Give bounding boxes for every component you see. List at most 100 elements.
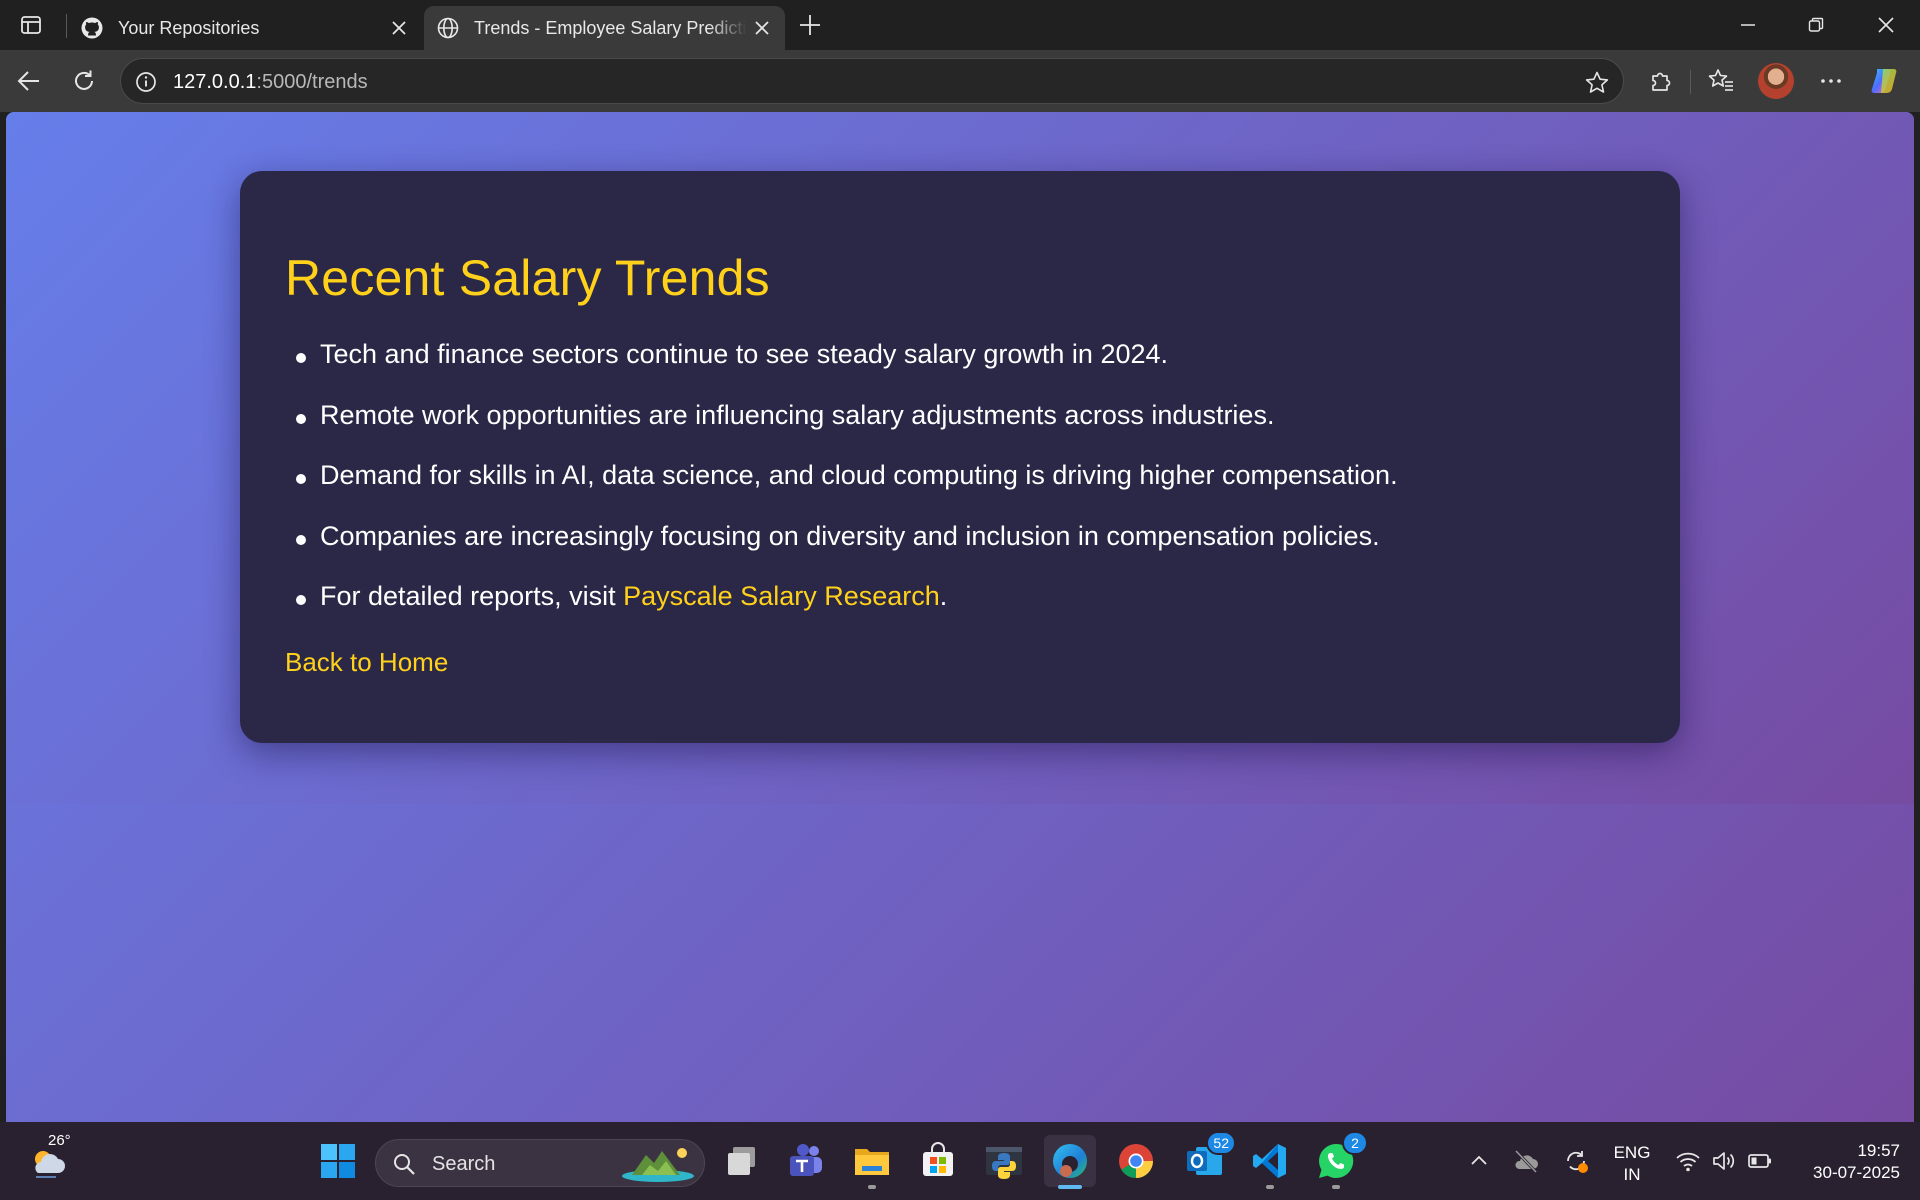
plus-icon xyxy=(800,15,820,35)
address-bar[interactable]: 127.0.0.1:5000/trends xyxy=(120,58,1624,104)
outlook-badge: 52 xyxy=(1206,1131,1236,1155)
favorite-star-icon[interactable] xyxy=(1583,69,1611,97)
tab-title: Your Repositories xyxy=(118,17,260,38)
tab-actions-button[interactable] xyxy=(10,0,52,50)
minimize-icon xyxy=(1741,24,1755,26)
url-text: 127.0.0.1:5000/trends xyxy=(173,71,368,94)
list-item-text: For detailed reports, visit xyxy=(320,581,624,611)
puzzle-icon xyxy=(1652,72,1671,91)
search-icon xyxy=(394,1154,415,1175)
file-explorer-app[interactable] xyxy=(846,1135,898,1189)
whatsapp-app[interactable]: 2 xyxy=(1310,1131,1368,1189)
back-arrow-icon xyxy=(17,71,39,91)
tab-separator xyxy=(66,14,67,38)
copilot-button[interactable] xyxy=(1862,58,1908,104)
onedrive-tray-button[interactable] xyxy=(1512,1147,1540,1175)
github-icon xyxy=(78,14,106,42)
clock-date: 30-07-2025 xyxy=(1813,1163,1900,1182)
back-to-home-link[interactable]: Back to Home xyxy=(285,647,448,678)
chevron-up-icon xyxy=(1471,1155,1487,1165)
outlook-app[interactable]: 52 xyxy=(1178,1131,1236,1187)
battery-tray-button[interactable] xyxy=(1746,1147,1774,1175)
teams-icon xyxy=(790,1144,822,1176)
list-item: Demand for skills in AI, data science, a… xyxy=(296,460,1398,521)
toolbar-separator xyxy=(1690,70,1691,94)
task-view-icon xyxy=(728,1147,755,1175)
trends-list: Tech and finance sectors continue to see… xyxy=(296,339,1398,642)
volume-tray-button[interactable] xyxy=(1710,1147,1738,1175)
tab-title: Trends - Employee Salary Prediction xyxy=(474,17,747,38)
page-viewport: Recent Salary Trends Tech and finance se… xyxy=(6,112,1914,1122)
start-button[interactable] xyxy=(312,1135,364,1187)
edge-icon xyxy=(1053,1144,1087,1178)
refresh-button[interactable] xyxy=(61,58,107,104)
back-button[interactable] xyxy=(6,58,52,104)
running-indicator xyxy=(868,1185,876,1189)
list-item-period: . xyxy=(939,581,948,611)
folder-icon xyxy=(855,1149,889,1175)
copilot-icon xyxy=(1871,69,1897,93)
show-hidden-icons-button[interactable] xyxy=(1465,1147,1493,1175)
list-item: Companies are increasingly focusing on d… xyxy=(296,521,1398,582)
tab-bar: Your Repositories Trends - Employee Sala… xyxy=(0,0,1920,50)
cloud-offline-icon xyxy=(1514,1149,1538,1174)
microsoft-store-app[interactable] xyxy=(912,1135,964,1187)
favorites-icon xyxy=(1708,69,1733,91)
payscale-link[interactable]: Payscale Salary Research xyxy=(623,581,940,611)
favorites-button[interactable] xyxy=(1698,58,1744,104)
edge-app[interactable] xyxy=(1044,1135,1096,1189)
list-item-reports: For detailed reports, visit Payscale Sal… xyxy=(296,581,1398,642)
sync-tray-button[interactable] xyxy=(1562,1147,1590,1175)
taskbar: 26° Search 52 2 ENG IN 19:57 30-07-2025 xyxy=(0,1122,1920,1200)
restore-icon xyxy=(1808,17,1824,32)
site-info-icon[interactable] xyxy=(133,69,159,95)
clock[interactable]: 19:57 30-07-2025 xyxy=(1796,1140,1900,1184)
region-code: IN xyxy=(1623,1165,1641,1184)
tab-trends[interactable]: Trends - Employee Salary Prediction xyxy=(424,6,785,50)
new-tab-button[interactable] xyxy=(790,0,830,50)
close-window-button[interactable] xyxy=(1862,0,1910,50)
extensions-button[interactable] xyxy=(1638,58,1684,104)
list-item: Tech and finance sectors continue to see… xyxy=(296,339,1398,400)
restore-button[interactable] xyxy=(1792,0,1840,50)
running-indicator xyxy=(1332,1185,1340,1189)
python-app[interactable] xyxy=(978,1135,1030,1187)
wifi-tray-button[interactable] xyxy=(1674,1147,1702,1175)
clock-time: 19:57 xyxy=(1857,1141,1900,1160)
close-icon xyxy=(1878,17,1894,33)
chrome-icon xyxy=(1119,1144,1153,1178)
more-options-icon xyxy=(1821,79,1841,83)
task-view-button[interactable] xyxy=(716,1135,768,1187)
search-highlight-island-icon xyxy=(622,1148,694,1182)
profile-avatar[interactable] xyxy=(1758,63,1794,99)
taskbar-search[interactable]: Search xyxy=(375,1139,705,1187)
url-path: :5000/trends xyxy=(256,71,368,93)
whatsapp-badge: 2 xyxy=(1342,1131,1368,1155)
sidebar-tabs-icon xyxy=(21,16,41,34)
minimize-button[interactable] xyxy=(1724,0,1772,50)
store-icon xyxy=(923,1142,953,1176)
battery-icon xyxy=(1748,1154,1771,1168)
list-item: Remote work opportunities are influencin… xyxy=(296,400,1398,461)
close-tab-icon[interactable] xyxy=(747,13,777,43)
python-icon xyxy=(986,1147,1022,1179)
refresh-icon xyxy=(75,70,93,90)
wifi-icon xyxy=(1676,1152,1700,1172)
sync-icon xyxy=(1567,1151,1588,1173)
close-tab-icon[interactable] xyxy=(384,13,414,43)
chrome-app[interactable] xyxy=(1110,1135,1162,1187)
page-title: Recent Salary Trends xyxy=(285,250,770,306)
search-placeholder: Search xyxy=(432,1153,496,1175)
language-code: ENG xyxy=(1613,1143,1651,1162)
language-indicator[interactable]: ENG IN xyxy=(1612,1142,1652,1186)
active-indicator xyxy=(1058,1185,1082,1189)
browser-toolbar: 127.0.0.1:5000/trends xyxy=(0,50,1920,112)
settings-menu-button[interactable] xyxy=(1808,58,1854,104)
teams-app[interactable] xyxy=(780,1135,832,1187)
tab-your-repositories[interactable]: Your Repositories xyxy=(68,6,422,50)
running-indicator xyxy=(1266,1185,1274,1189)
vscode-app[interactable] xyxy=(1244,1135,1296,1189)
url-host: 127.0.0.1 xyxy=(173,71,257,93)
windows-logo-icon xyxy=(321,1144,355,1178)
trends-card: Recent Salary Trends Tech and finance se… xyxy=(240,171,1680,743)
